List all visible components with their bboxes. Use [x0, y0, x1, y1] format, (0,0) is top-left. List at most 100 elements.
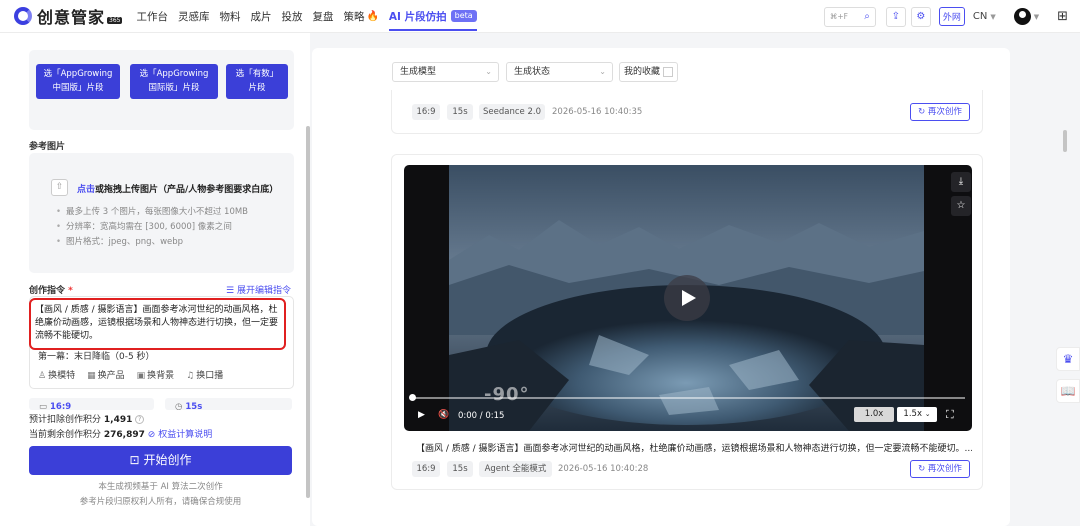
nav-item-inspiration[interactable]: 灵感库 — [178, 0, 210, 33]
estimate-value: 1,491 — [103, 415, 133, 425]
help-icon[interactable]: ? — [135, 415, 145, 424]
chevron-down-icon: ▼ — [990, 13, 996, 21]
mic-icon: ♫ — [186, 371, 195, 381]
note-copyright: 参考片段归原权利人所有，请确保合规使用 — [79, 497, 242, 507]
nav-item-strategy[interactable]: 策略 🔥 — [343, 0, 378, 33]
progress-bar[interactable] — [411, 397, 965, 399]
time-total: 0:15 — [485, 411, 505, 421]
fire-icon: 🔥 — [366, 10, 379, 22]
favorites-checkbox[interactable] — [663, 66, 674, 77]
sliders-icon: ☰ — [226, 286, 235, 296]
speed-select[interactable]: 1.5x ⌄ — [897, 407, 937, 422]
recreate-button[interactable]: ↻ 再次创作 — [910, 103, 970, 121]
chevron-down-icon[interactable]: ▼ — [1034, 13, 1039, 21]
upload-link[interactable]: 点击 — [77, 185, 95, 195]
swap-model-button[interactable]: ♙ 换模特 — [38, 368, 75, 381]
star-icon[interactable]: ☆ — [951, 196, 971, 216]
favorites-label: 我的收藏 — [624, 67, 661, 77]
duration-select[interactable]: ◷ 15s — [165, 398, 292, 410]
upload-instruction: 点击或拖拽上传图片（产品/人物参考图要求白底） — [77, 182, 278, 195]
share-icon[interactable]: ⇪ — [885, 6, 906, 27]
swap-voice-label: 换口播 — [196, 371, 224, 381]
left-scrollbar[interactable] — [306, 126, 310, 498]
book-icon[interactable]: 📖 — [1056, 379, 1080, 403]
card-desc-clipped — [412, 88, 967, 94]
swap-product-button[interactable]: ▦ 换产品 — [87, 368, 125, 381]
swap-background-button[interactable]: ▣ 换背景 — [137, 368, 175, 381]
speed-select-label: 1.5x — [903, 409, 922, 419]
logo-mark-icon — [14, 7, 32, 25]
ratio-tag: 16:9 — [412, 461, 440, 477]
select-appgrowing-intl-button[interactable]: 选「AppGrowing 国际版」片段 — [130, 64, 218, 99]
created-time: 2026-05-16 10:40:28 — [558, 464, 649, 474]
apps-grid-icon[interactable]: ⊞ — [1057, 9, 1068, 24]
grid-icon: ▦ — [87, 371, 96, 381]
logo-tag: 365 — [107, 16, 123, 24]
chevron-down-icon: ⌄ — [924, 410, 931, 418]
nav-item-materials[interactable]: 物料 — [219, 0, 240, 33]
main-nav: 工作台 灵感库 物料 成片 投放 复盘 策略 🔥 AI 片段仿拍 beta — [136, 0, 486, 33]
language-label: CN — [972, 11, 988, 22]
crown-icon[interactable]: ♛ — [1056, 347, 1080, 371]
favorites-filter[interactable]: 我的收藏 — [619, 62, 679, 82]
create-icon: ⊡ — [129, 453, 140, 467]
play-small-icon[interactable]: ▶ — [418, 410, 425, 420]
beta-badge: beta — [450, 10, 477, 22]
select-appgrowing-cn-button[interactable]: 选「AppGrowing 中国版」片段 — [36, 64, 120, 99]
estimate-row: 预计扣除创作积分 1,491 ? — [29, 412, 145, 425]
cmd-title-label: 创作指令 — [29, 286, 66, 296]
nav-item-finished[interactable]: 成片 — [250, 0, 271, 33]
recreate-button[interactable]: ↻ 再次创作 — [910, 460, 970, 478]
ratio-tag: 16:9 — [412, 104, 440, 120]
page-scrollbar[interactable] — [1063, 130, 1067, 152]
duration-value: 15s — [185, 402, 203, 410]
swap-voice-button[interactable]: ♫ 换口播 — [186, 368, 223, 381]
ratio-select[interactable]: ▭ 16:9 — [29, 398, 154, 410]
upload-rule: 最多上传 3 个图片，每张图像大小不超过 10MB — [56, 205, 248, 217]
model-filter-label: 生成模型 — [400, 67, 437, 77]
download-icon[interactable]: ⤓ — [951, 172, 971, 192]
remain-row: 当前剩余创作积分 276,897 ⊘ 权益计算说明 — [29, 427, 212, 440]
video-watermark: -90° — [484, 384, 530, 405]
logo[interactable]: 创意管家 365 — [14, 4, 123, 28]
ref-image-title: 参考图片 — [29, 142, 66, 152]
speed-option[interactable]: 1.0x — [854, 407, 894, 422]
rights-link[interactable]: ⊘ 权益计算说明 — [148, 430, 212, 440]
note-ai: 本生成视频基于 AI 算法二次创作 — [98, 482, 223, 492]
swap-model-label: 换模特 — [48, 371, 76, 381]
rights-label: 权益计算说明 — [158, 430, 213, 440]
ratio-value: 16:9 — [50, 402, 72, 410]
model-filter[interactable]: 生成模型 ⌄ — [392, 62, 499, 82]
top-right-tools: ⌘+F ⌕ ⇪ ⚙ 外网 CN ▼ ▼ ⊞ — [823, 0, 1068, 33]
person-icon: ♙ — [38, 371, 47, 381]
mute-icon[interactable]: 🔇 — [438, 410, 449, 420]
network-toggle[interactable]: 外网 — [938, 7, 965, 26]
card-description: 【画风 / 质感 / 摄影语言】画面参考冰河世纪的动画风格，杜绝廉价动画感，运镜… — [416, 444, 972, 454]
swap-product-label: 换产品 — [97, 371, 125, 381]
upload-text: 或拖拽上传图片（产品/人物参考图要求白底） — [95, 185, 279, 195]
play-icon[interactable] — [664, 275, 710, 321]
fullscreen-icon[interactable]: ⛶ — [946, 408, 954, 422]
nav-item-ai-clip[interactable]: AI 片段仿拍 beta — [388, 0, 477, 33]
expand-edit-label: 展开编辑指令 — [236, 286, 291, 296]
progress-handle[interactable] — [409, 394, 416, 401]
nav-item-workbench[interactable]: 工作台 — [136, 0, 168, 33]
model-tag: Seedance 2.0 — [479, 104, 545, 120]
language-selector[interactable]: CN ▼ — [973, 11, 996, 22]
status-filter[interactable]: 生成状态 ⌄ — [506, 62, 613, 82]
expand-edit-link[interactable]: ☰ 展开编辑指令 — [226, 283, 291, 296]
nav-ai-clip-label: AI 片段仿拍 — [388, 10, 447, 23]
created-time: 2026-05-16 10:40:35 — [552, 107, 643, 117]
refresh-icon: ↻ — [918, 464, 926, 474]
nav-item-review[interactable]: 复盘 — [312, 0, 333, 33]
avatar[interactable] — [1013, 8, 1031, 25]
chevron-down-icon: ⌄ — [599, 67, 606, 76]
select-youshu-button[interactable]: 选「有数」 片段 — [226, 64, 288, 99]
nav-item-delivery[interactable]: 投放 — [281, 0, 302, 33]
refresh-icon: ↻ — [918, 107, 926, 117]
estimate-label: 预计扣除创作积分 — [29, 415, 102, 425]
gear-icon[interactable]: ⚙ — [910, 6, 931, 27]
recreate-label: 再次创作 — [927, 107, 962, 117]
search-box[interactable]: ⌘+F ⌕ — [823, 6, 876, 27]
start-button[interactable]: ⊡ 开始创作 — [29, 446, 292, 475]
